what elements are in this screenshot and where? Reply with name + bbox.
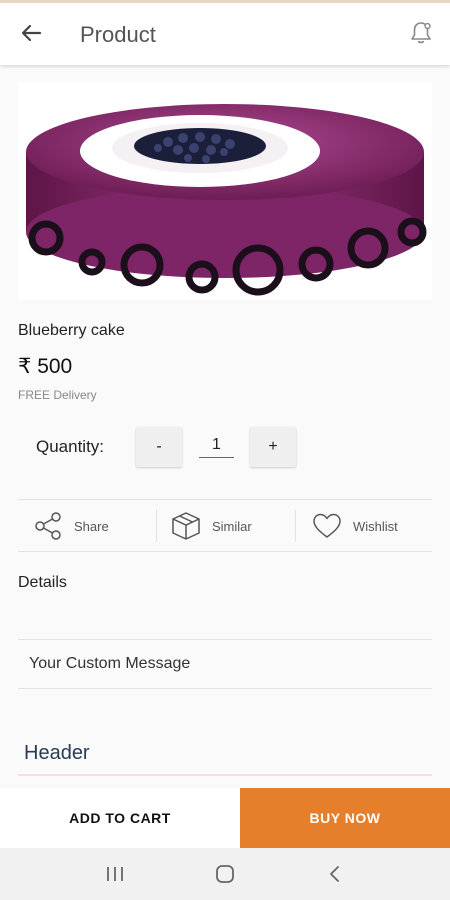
similar-button[interactable]: Similar <box>170 500 252 552</box>
page-title: Product <box>80 22 156 47</box>
custom-message-field[interactable]: Your Custom Message <box>29 655 190 673</box>
quantity-value[interactable]: 1 <box>199 436 234 458</box>
product-price: ₹ 500 <box>18 355 73 378</box>
share-icon <box>32 510 64 542</box>
wishlist-button[interactable]: Wishlist <box>311 500 398 552</box>
app-bar: Product <box>0 3 450 65</box>
box-icon <box>170 510 202 542</box>
add-to-cart-button[interactable]: ADD TO CART <box>0 788 240 848</box>
wishlist-label: Wishlist <box>353 518 398 534</box>
delivery-info: FREE Delivery <box>18 388 97 402</box>
action-separator <box>295 510 296 542</box>
recents-icon[interactable] <box>95 854 135 894</box>
heart-icon <box>311 510 343 542</box>
purchase-bar: ADD TO CART BUY NOW <box>0 788 450 848</box>
header-field-underline <box>18 774 432 776</box>
header-field[interactable]: Header <box>24 742 90 765</box>
similar-label: Similar <box>212 518 252 534</box>
notification-bell-icon[interactable] <box>408 19 434 47</box>
details-heading: Details <box>18 574 67 591</box>
system-navigation-bar <box>0 848 450 900</box>
product-image <box>18 82 432 300</box>
back-arrow-icon[interactable] <box>18 19 46 47</box>
home-icon[interactable] <box>205 854 245 894</box>
share-label: Share <box>74 518 109 534</box>
product-name: Blueberry cake <box>18 322 125 339</box>
divider <box>18 639 432 640</box>
action-separator <box>156 510 157 542</box>
share-button[interactable]: Share <box>32 500 109 552</box>
quantity-increase-button[interactable]: + <box>250 427 296 467</box>
product-actions-row: Share Similar Wishlist <box>18 500 432 552</box>
quantity-label: Quantity: <box>36 437 105 456</box>
divider <box>18 688 432 689</box>
quantity-decrease-button[interactable]: - <box>136 427 182 467</box>
divider <box>18 551 432 552</box>
system-back-icon[interactable] <box>315 854 355 894</box>
buy-now-button[interactable]: BUY NOW <box>240 788 450 848</box>
